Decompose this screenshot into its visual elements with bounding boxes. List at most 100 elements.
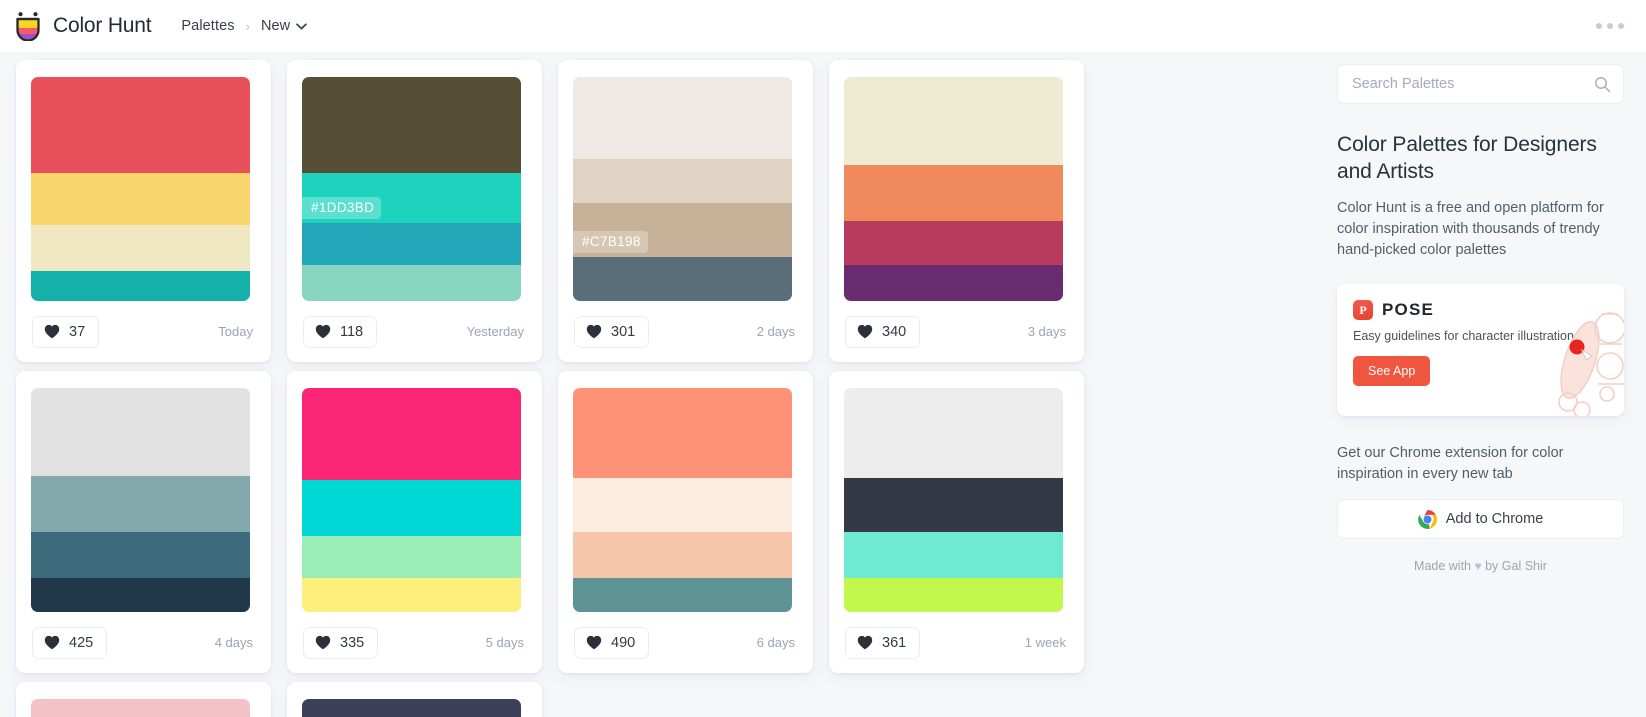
like-count: 301 (611, 323, 636, 340)
breadcrumb-new-dropdown[interactable]: New (261, 18, 308, 34)
color-swatch[interactable] (31, 388, 250, 476)
like-button[interactable]: 425 (32, 626, 108, 659)
search-icon[interactable] (1594, 76, 1611, 93)
chrome-icon (1417, 509, 1437, 529)
color-swatch[interactable] (573, 532, 792, 578)
search-palettes-box[interactable] (1337, 64, 1624, 104)
color-swatch[interactable] (573, 257, 792, 301)
color-swatch[interactable] (844, 221, 1063, 265)
like-button[interactable]: 118 (303, 315, 378, 348)
color-swatch[interactable] (844, 478, 1063, 532)
palette-card[interactable]: 4571 week (16, 682, 271, 717)
made-by-suffix[interactable]: by Gal Shir (1485, 559, 1547, 573)
palette-card[interactable]: #C7B198 301 2 days (558, 60, 813, 362)
brand-home-link[interactable]: Color Hunt (14, 11, 152, 41)
heart-icon (44, 324, 60, 339)
palette-card[interactable]: 37 Today (16, 60, 271, 362)
palette-date: 6 days (756, 635, 795, 650)
color-swatch[interactable] (302, 699, 521, 717)
like-button[interactable]: 490 (574, 626, 650, 659)
sidebar: Color Palettes for Designers and Artists… (1325, 52, 1646, 573)
color-swatch[interactable] (302, 77, 521, 173)
color-swatch[interactable] (302, 578, 521, 612)
palette-card-footer: 340 3 days (844, 301, 1069, 362)
palette-date: Yesterday (466, 324, 524, 339)
color-swatch[interactable] (31, 578, 250, 612)
palette-swatches[interactable] (31, 388, 250, 612)
color-swatch[interactable] (844, 77, 1063, 165)
palette-date: 4 days (214, 635, 253, 650)
heart-icon: ♥ (1474, 559, 1482, 573)
like-count: 490 (611, 634, 636, 651)
palette-card-footer: 301 2 days (573, 301, 798, 362)
pose-ad-card[interactable]: P POSE Easy guidelines for character ill… (1337, 284, 1624, 416)
search-input[interactable] (1352, 76, 1594, 92)
like-button[interactable]: 340 (845, 315, 921, 348)
sidebar-heading: Color Palettes for Designers and Artists (1337, 133, 1597, 183)
hex-code-label: #1DD3BD (302, 197, 382, 219)
color-swatch[interactable] (31, 699, 250, 717)
like-count: 37 (69, 323, 86, 340)
dot-3 (1618, 23, 1624, 29)
color-swatch[interactable]: #1DD3BD (302, 173, 521, 223)
palette-card[interactable]: 335 5 days (287, 371, 542, 673)
breadcrumb-palettes[interactable]: Palettes (181, 18, 234, 34)
palette-card[interactable]: #1DD3BD 118 Yesterday (287, 60, 542, 362)
color-swatch[interactable] (844, 532, 1063, 578)
breadcrumb: Palettes › New (181, 18, 308, 34)
like-count: 425 (69, 634, 94, 651)
color-swatch[interactable] (31, 532, 250, 578)
palette-swatches[interactable] (302, 388, 521, 612)
see-app-button[interactable]: See App (1353, 355, 1431, 386)
heart-icon (44, 635, 60, 650)
pose-app-icon: P (1353, 300, 1373, 320)
color-swatch[interactable] (302, 480, 521, 536)
palette-swatches[interactable] (573, 388, 792, 612)
like-count: 335 (340, 634, 365, 651)
chevron-down-icon (296, 22, 308, 30)
ad-name: POSE (1382, 300, 1435, 319)
color-swatch[interactable] (573, 578, 792, 612)
palette-card[interactable]: 5631 week (287, 682, 542, 717)
like-button[interactable]: 335 (303, 626, 379, 659)
palette-swatches[interactable] (302, 699, 521, 717)
palette-swatches[interactable] (844, 77, 1063, 301)
palette-card[interactable]: 340 3 days (829, 60, 1084, 362)
color-swatch[interactable] (844, 388, 1063, 478)
like-button[interactable]: 361 (845, 626, 921, 659)
color-swatch[interactable] (302, 265, 521, 301)
palette-swatches[interactable]: #C7B198 (573, 77, 792, 301)
color-swatch[interactable] (302, 388, 521, 480)
page-body: 37 Today #1DD3BD 118 Yesterday #C7B198 301 2 da… (0, 52, 1646, 717)
palette-swatches[interactable] (844, 388, 1063, 612)
color-swatch[interactable] (31, 77, 250, 173)
like-button[interactable]: 301 (574, 315, 650, 348)
palette-card[interactable]: 490 6 days (558, 371, 813, 673)
color-swatch[interactable] (31, 476, 250, 532)
color-swatch[interactable] (573, 159, 792, 203)
color-swatch[interactable] (302, 223, 521, 265)
palette-date: 5 days (485, 635, 524, 650)
color-swatch[interactable] (31, 271, 250, 301)
palette-swatches[interactable] (31, 699, 250, 717)
color-swatch[interactable] (844, 578, 1063, 612)
add-to-chrome-button[interactable]: Add to Chrome (1337, 499, 1624, 539)
sidebar-description: Color Hunt is a free and open platform f… (1337, 200, 1604, 258)
color-swatch[interactable] (302, 536, 521, 578)
palette-card[interactable]: 361 1 week (829, 371, 1084, 673)
color-swatch[interactable] (573, 77, 792, 159)
made-by-footer: Made with ♥ by Gal Shir (1337, 559, 1624, 573)
color-swatch[interactable] (844, 165, 1063, 221)
palette-card[interactable]: 425 4 days (16, 371, 271, 673)
color-swatch[interactable] (31, 225, 250, 271)
color-swatch[interactable] (573, 388, 792, 478)
color-swatch[interactable]: #C7B198 (573, 203, 792, 257)
more-horizontal-icon[interactable] (1592, 15, 1628, 37)
color-swatch[interactable] (573, 478, 792, 532)
palette-swatches[interactable]: #1DD3BD (302, 77, 521, 301)
color-swatch[interactable] (844, 265, 1063, 301)
like-button[interactable]: 37 (32, 315, 100, 348)
palette-swatches[interactable] (31, 77, 250, 301)
like-count: 361 (882, 634, 907, 651)
color-swatch[interactable] (31, 173, 250, 225)
